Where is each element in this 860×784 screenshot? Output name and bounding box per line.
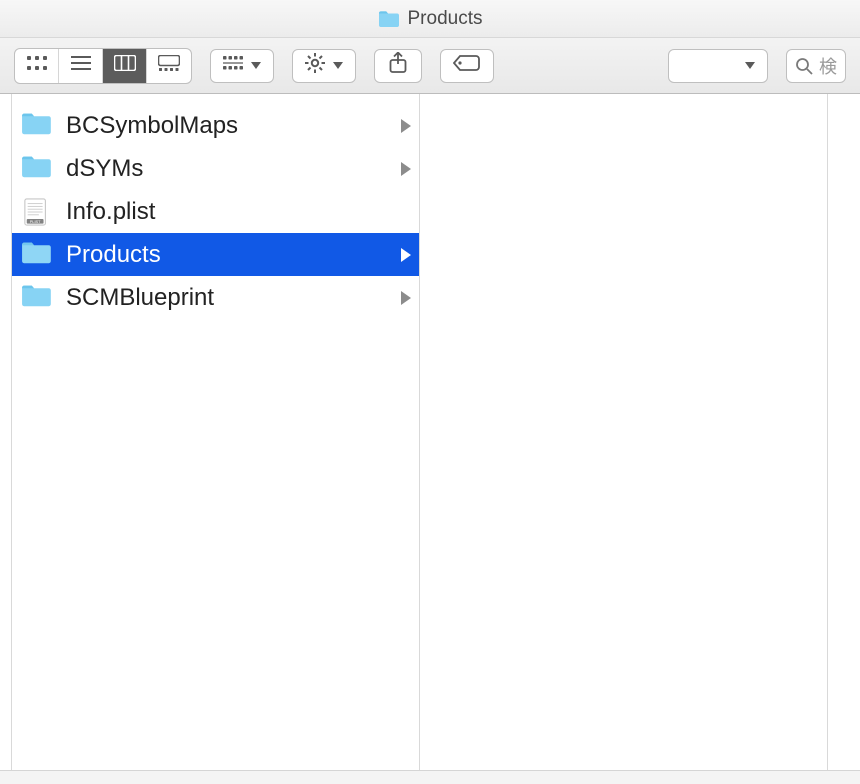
column-spare[interactable] bbox=[828, 94, 860, 770]
column-view-icon bbox=[114, 55, 136, 76]
view-icon-button[interactable] bbox=[15, 49, 59, 83]
file-label: BCSymbolMaps bbox=[66, 112, 391, 140]
search-field[interactable]: 検 bbox=[786, 49, 846, 83]
folder-icon bbox=[18, 241, 56, 269]
file-row[interactable]: Info.plist bbox=[12, 190, 419, 233]
chevron-down-icon bbox=[251, 62, 261, 69]
window-titlebar: Products bbox=[0, 0, 860, 38]
file-label: Info.plist bbox=[66, 198, 411, 226]
gear-icon bbox=[305, 53, 325, 78]
file-row[interactable]: BCSymbolMaps bbox=[12, 104, 419, 147]
search-icon bbox=[795, 57, 813, 75]
plist-file-icon bbox=[18, 198, 56, 226]
view-list-button[interactable] bbox=[59, 49, 103, 83]
tags-button[interactable] bbox=[440, 49, 494, 83]
chevron-right-icon bbox=[401, 248, 411, 262]
icon-view-icon bbox=[27, 56, 47, 75]
toolbar: 検 bbox=[0, 38, 860, 94]
file-row[interactable]: Products bbox=[12, 233, 419, 276]
chevron-right-icon bbox=[401, 162, 411, 176]
gallery-view-icon bbox=[158, 55, 180, 76]
arrange-icon bbox=[223, 56, 243, 75]
file-row[interactable]: SCMBlueprint bbox=[12, 276, 419, 319]
folder-icon bbox=[18, 155, 56, 183]
column-prev[interactable] bbox=[0, 94, 12, 770]
list-view-icon bbox=[71, 56, 91, 75]
share-button[interactable] bbox=[374, 49, 422, 83]
share-icon bbox=[389, 52, 407, 79]
column-next[interactable] bbox=[420, 94, 828, 770]
column-list[interactable]: BCSymbolMaps dSYMs Info.plist Products SCMBl… bbox=[12, 94, 420, 770]
file-label: SCMBlueprint bbox=[66, 284, 391, 312]
status-bar bbox=[0, 770, 860, 784]
file-label: dSYMs bbox=[66, 155, 391, 183]
search-placeholder: 検 bbox=[819, 53, 837, 79]
column-browser: BCSymbolMaps dSYMs Info.plist Products SCMBl… bbox=[0, 94, 860, 770]
view-column-button[interactable] bbox=[103, 49, 147, 83]
chevron-down-icon bbox=[333, 62, 343, 69]
file-label: Products bbox=[66, 241, 391, 269]
chevron-right-icon bbox=[401, 119, 411, 133]
window-title: Products bbox=[408, 8, 483, 30]
action-button[interactable] bbox=[292, 49, 356, 83]
tag-icon bbox=[453, 54, 481, 77]
chevron-down-icon bbox=[745, 62, 755, 69]
folder-icon bbox=[378, 10, 400, 28]
folder-icon bbox=[18, 284, 56, 312]
folder-icon bbox=[18, 112, 56, 140]
dropdown-button[interactable] bbox=[668, 49, 768, 83]
arrange-button[interactable] bbox=[210, 49, 274, 83]
file-row[interactable]: dSYMs bbox=[12, 147, 419, 190]
view-mode-group bbox=[14, 48, 192, 84]
view-gallery-button[interactable] bbox=[147, 49, 191, 83]
chevron-right-icon bbox=[401, 291, 411, 305]
